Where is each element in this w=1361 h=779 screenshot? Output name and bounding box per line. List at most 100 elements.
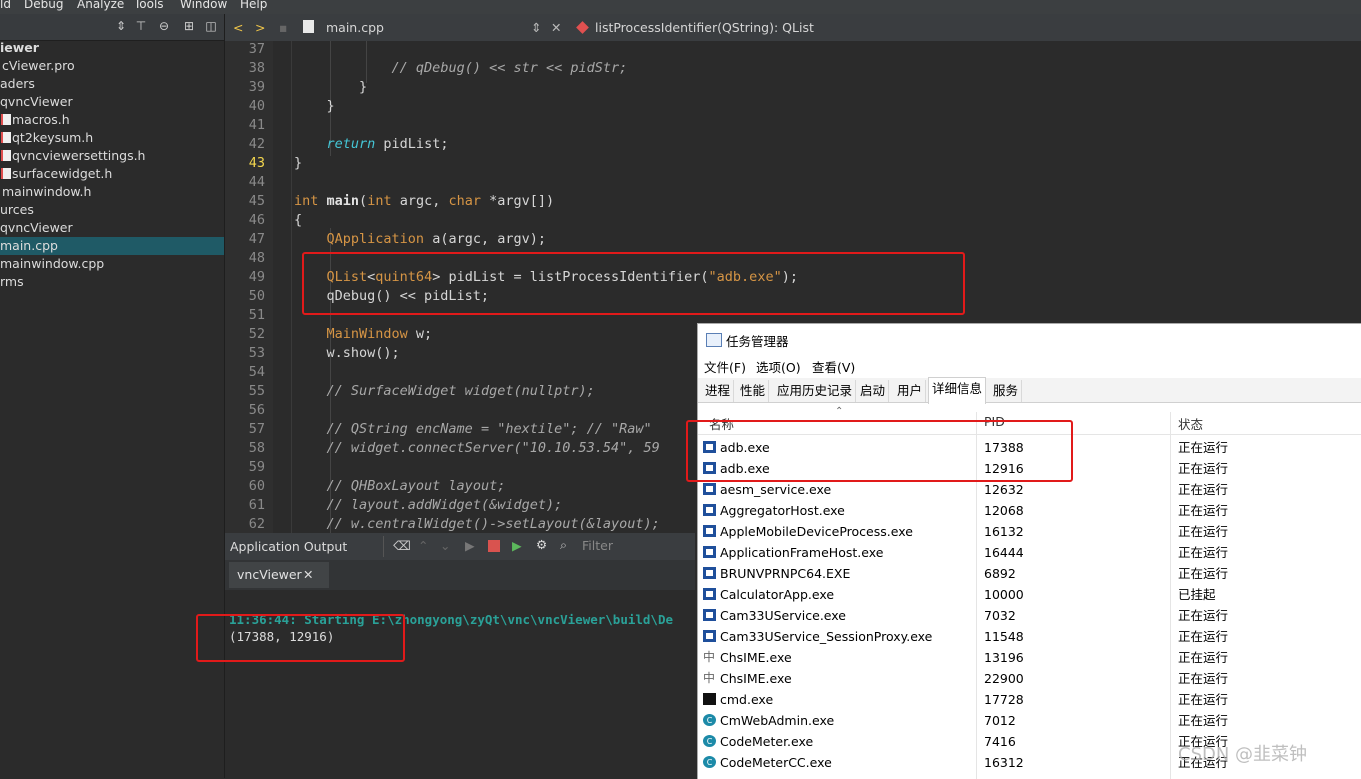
code-line[interactable]: // SurfaceWidget widget(nullptr); (294, 382, 595, 401)
tree-item[interactable]: aders (0, 75, 224, 93)
menu-view[interactable]: 查看(V) (812, 357, 855, 376)
back-arrow-icon[interactable]: < (233, 20, 243, 35)
menu-build[interactable]: ld (0, 0, 11, 11)
sort-arrows-icon[interactable]: ⇕ (114, 19, 128, 33)
code-line[interactable]: } (294, 78, 367, 97)
code-line[interactable]: // qDebug() << str << pidStr; (294, 59, 628, 78)
process-pid: 7012 (984, 713, 1016, 728)
code-line[interactable]: } (294, 154, 302, 173)
tab-startup[interactable]: 启动 (857, 380, 890, 402)
function-selector[interactable]: listProcessIdentifier(QString): QList (595, 20, 814, 35)
tab-label: vncViewer (237, 567, 302, 582)
code-line[interactable]: // widget.connectServer("10.10.53.54", 5… (294, 439, 660, 458)
code-line[interactable]: MainWindow w; (294, 325, 433, 344)
code-line[interactable]: // QHBoxLayout layout; (294, 477, 506, 496)
process-status: 正在运行 (1178, 713, 1229, 728)
tab-users[interactable]: 用户 (894, 380, 927, 402)
code-line[interactable]: return pidList; (294, 135, 449, 154)
process-row[interactable]: Cam33UService_SessionProxy.exe 11548 正在运行 (698, 626, 1361, 647)
process-row[interactable]: 中 ChsIME.exe 22900 正在运行 (698, 668, 1361, 689)
process-row[interactable]: C CmWebAdmin.exe 7012 正在运行 (698, 710, 1361, 731)
process-status: 正在运行 (1178, 608, 1229, 623)
tab-services[interactable]: 服务 (990, 380, 1023, 402)
tree-item[interactable]: qvncViewer (0, 93, 224, 111)
debug-run-icon[interactable]: ▶ (512, 538, 522, 553)
code-line[interactable]: int main(int argc, char *argv[]) (294, 192, 554, 211)
tree-item[interactable]: main.cpp (0, 237, 224, 255)
file-dropdown-icon[interactable]: ⇕ (531, 20, 541, 35)
line-number: 61 (248, 497, 265, 513)
close-pane-icon[interactable]: ◫ (204, 19, 218, 33)
split-icon[interactable]: ⊞ (182, 19, 196, 33)
forward-arrow-icon[interactable]: > (255, 20, 265, 35)
column-status[interactable]: 状态 (1178, 414, 1203, 433)
tree-item[interactable]: rms (0, 273, 224, 291)
code-line[interactable]: // layout.addWidget(&widget); (294, 496, 563, 515)
menu-options[interactable]: 选项(O) (756, 357, 801, 376)
up-arrow-icon[interactable]: ⌃ (418, 538, 428, 553)
down-arrow-icon[interactable]: ⌄ (440, 538, 450, 553)
tree-item-label: main.cpp (0, 238, 58, 253)
process-row[interactable]: BRUNVPRNPC64.EXE 6892 正在运行 (698, 563, 1361, 584)
menu-tools[interactable]: Tools (134, 0, 164, 11)
process-row[interactable]: AggregatorHost.exe 12068 正在运行 (698, 500, 1361, 521)
tree-item-label: surfacewidget.h (12, 166, 113, 181)
line-number: 38 (248, 60, 265, 76)
tab-processes[interactable]: 进程 (702, 380, 735, 402)
gear-icon[interactable]: ⚙ (536, 537, 547, 552)
tree-item[interactable]: urces (0, 201, 224, 219)
process-row[interactable]: Cam33UService.exe 7032 正在运行 (698, 605, 1361, 626)
tree-item[interactable]: qvncViewer (0, 219, 224, 237)
code-line[interactable]: } (294, 97, 335, 116)
process-status: 正在运行 (1178, 671, 1229, 686)
tree-item[interactable]: surfacewidget.h (0, 165, 224, 183)
line-number: 53 (248, 345, 265, 361)
process-row[interactable]: CalculatorApp.exe 10000 已挂起 (698, 584, 1361, 605)
menu-analyze[interactable]: Analyze (77, 0, 124, 11)
code-line[interactable]: QApplication a(argc, argv); (294, 230, 546, 249)
filter-input[interactable]: Filter (582, 538, 613, 553)
code-line[interactable]: // w.centralWidget()->setLayout(&layout)… (294, 515, 660, 534)
menu-debug[interactable]: Debug (24, 0, 63, 11)
close-file-icon[interactable]: ✕ (551, 20, 561, 35)
output-tab-vncviewer[interactable]: vncViewer ✕ (229, 562, 329, 588)
link-icon[interactable]: ⊖ (157, 19, 171, 33)
process-row[interactable]: cmd.exe 17728 正在运行 (698, 689, 1361, 710)
tree-item[interactable]: mainwindow.cpp (0, 255, 224, 273)
process-name: ApplicationFrameHost.exe (720, 545, 884, 560)
process-row[interactable]: ApplicationFrameHost.exe 16444 正在运行 (698, 542, 1361, 563)
filter-icon[interactable]: ⊤ (134, 19, 148, 33)
tree-item[interactable]: cViewer.pro (0, 57, 224, 75)
search-icon: ⌕ (560, 537, 568, 552)
clear-output-icon[interactable]: ⌫ (393, 538, 411, 553)
run-icon[interactable]: ▶ (465, 538, 475, 553)
window-app-icon (703, 630, 716, 642)
open-file-name[interactable]: main.cpp (326, 20, 384, 35)
tree-item[interactable]: iewer (0, 39, 224, 57)
tree-item[interactable]: qt2keysum.h (0, 129, 224, 147)
line-number: 59 (248, 459, 265, 475)
menu-help[interactable]: Help (240, 0, 267, 11)
process-status: 正在运行 (1178, 545, 1229, 560)
code-line[interactable]: // QString encName = "hextile"; // "Raw" (294, 420, 652, 439)
close-icon[interactable]: ✕ (303, 562, 313, 588)
code-line[interactable]: w.show(); (294, 344, 400, 363)
window-app-icon (703, 567, 716, 579)
menu-window[interactable]: Window (180, 0, 227, 11)
tree-item[interactable]: macros.h (0, 111, 224, 129)
process-row[interactable]: AppleMobileDeviceProcess.exe 16132 正在运行 (698, 521, 1361, 542)
tab-details[interactable]: 详细信息 (928, 377, 987, 404)
process-name: ChsIME.exe (720, 650, 792, 665)
menu-file[interactable]: 文件(F) (704, 357, 746, 376)
function-icon (576, 21, 589, 34)
tree-item[interactable]: mainwindow.h (0, 183, 224, 201)
code-line[interactable]: { (294, 211, 302, 230)
highlight-output-box (196, 614, 405, 662)
line-number: 46 (248, 212, 265, 228)
process-row[interactable]: aesm_service.exe 12632 正在运行 (698, 479, 1361, 500)
tree-item[interactable]: qvncviewersettings.h (0, 147, 224, 165)
tab-app-history[interactable]: 应用历史记录 (774, 380, 857, 402)
stop-icon[interactable] (488, 540, 500, 552)
process-row[interactable]: 中 ChsIME.exe 13196 正在运行 (698, 647, 1361, 668)
tab-performance[interactable]: 性能 (737, 380, 770, 402)
